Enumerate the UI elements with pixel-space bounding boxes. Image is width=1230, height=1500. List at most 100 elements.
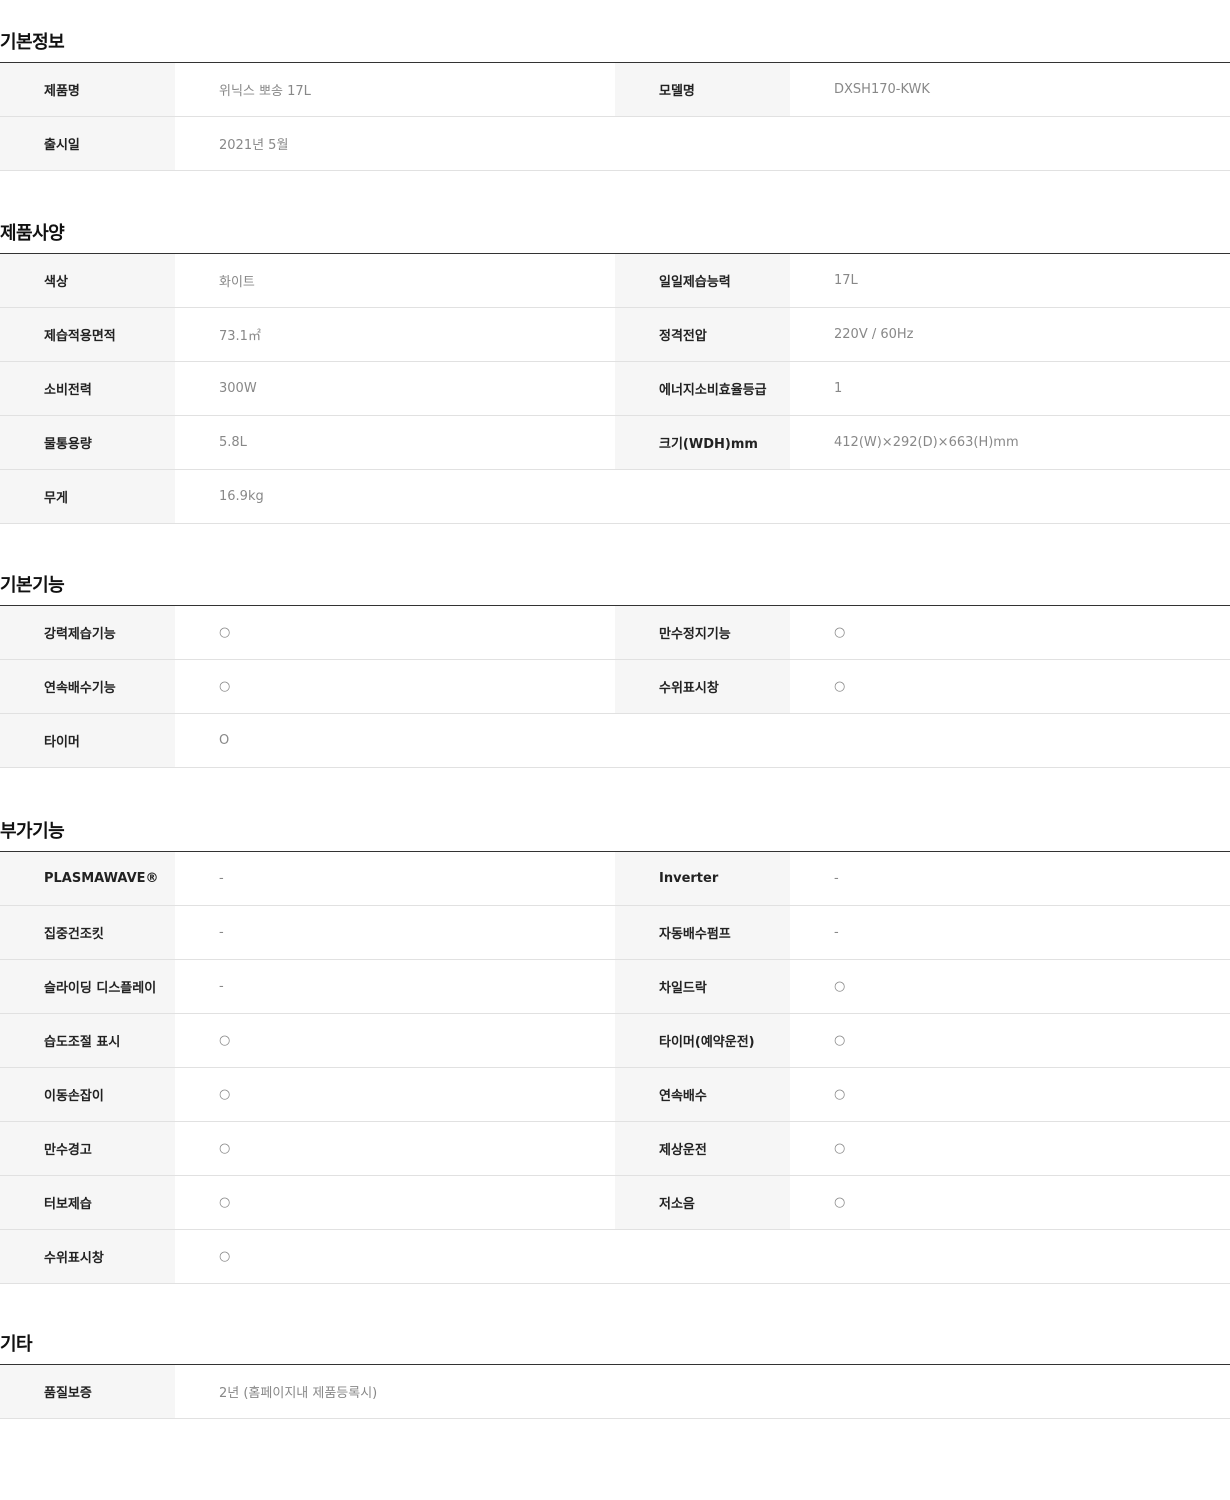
spec-value: ○ — [219, 1033, 231, 1048]
table-row: 품질보증 2년 (홈페이지내 제품등록시) — [0, 1365, 1230, 1419]
table-row: 터보제습 ○ 저소음 ○ — [0, 1176, 1230, 1230]
spec-table: PLASMAWAVE® - Inverter - 집중건조킷 - 자동배수펌프 - 슬라이딩 디… — [0, 852, 1230, 1284]
table-row: 습도조절 표시 ○ 타이머(예약운전) ○ — [0, 1014, 1230, 1068]
spec-table: 품질보증 2년 (홈페이지내 제품등록시) — [0, 1365, 1230, 1419]
spec-value: ○ — [219, 679, 231, 694]
spec-value: 5.8L — [219, 435, 247, 450]
spec-label: 만수정지기능 — [615, 606, 790, 659]
spec-value: ○ — [834, 979, 846, 994]
spec-value: ○ — [834, 1141, 846, 1156]
spec-label: 에너지소비효율등급 — [615, 362, 790, 415]
table-row: 이동손잡이 ○ 연속배수 ○ — [0, 1068, 1230, 1122]
spec-label: 색상 — [0, 254, 175, 307]
spec-section: 기본정보 제품명 위닉스 뽀송 17L 모델명 DXSH170-KWK 출시일 2021년 … — [0, 0, 1230, 171]
table-row: 색상 화이트 일일제습능력 17L — [0, 254, 1230, 308]
table-row: 제품명 위닉스 뽀송 17L 모델명 DXSH170-KWK — [0, 63, 1230, 117]
spec-label: 크기(WDH)mm — [615, 416, 790, 469]
spec-label: 연속배수기능 — [0, 660, 175, 713]
spec-section: 부가기능 PLASMAWAVE® - Inverter - 집중건조킷 - 자동배수펌프 - 슬라… — [0, 789, 1230, 1284]
table-row: 수위표시창 ○ — [0, 1230, 1230, 1284]
spec-value: 2021년 5월 — [219, 138, 289, 153]
spec-value: ○ — [219, 625, 231, 640]
table-row: 슬라이딩 디스플레이 - 차일드락 ○ — [0, 960, 1230, 1014]
table-row: 타이머 O — [0, 714, 1230, 768]
spec-value: 412(W)×292(D)×663(H)mm — [834, 435, 1019, 450]
spec-value: 73.1㎡ — [219, 329, 261, 344]
spec-value: 300W — [219, 381, 257, 396]
spec-value: ○ — [219, 1249, 231, 1264]
spec-label: 물통용량 — [0, 416, 175, 469]
spec-value: DXSH170-KWK — [834, 82, 930, 97]
spec-label: 이동손잡이 — [0, 1068, 175, 1121]
spec-label: 연속배수 — [615, 1068, 790, 1121]
table-row: 만수경고 ○ 제상운전 ○ — [0, 1122, 1230, 1176]
section-title: 기본기능 — [0, 543, 1230, 606]
spec-label: PLASMAWAVE® — [0, 852, 175, 905]
spec-label: 정격전압 — [615, 308, 790, 361]
spec-label: 수위표시창 — [0, 1230, 175, 1283]
spec-label: 슬라이딩 디스플레이 — [0, 960, 175, 1013]
section-title: 기타 — [0, 1302, 1230, 1365]
section-title: 제품사양 — [0, 191, 1230, 254]
spec-label: 제품명 — [0, 63, 175, 116]
spec-label: 일일제습능력 — [615, 254, 790, 307]
spec-value: 16.9kg — [219, 489, 264, 504]
spec-label: 자동배수펌프 — [615, 906, 790, 959]
spec-label: 만수경고 — [0, 1122, 175, 1175]
spec-section: 기본기능 강력제습기능 ○ 만수정지기능 ○ 연속배수기능 ○ 수위표시창 ○ 타이머 O — [0, 543, 1230, 768]
table-row: 제습적용면적 73.1㎡ 정격전압 220V / 60Hz — [0, 308, 1230, 362]
spec-label: Inverter — [615, 852, 790, 905]
table-row: 연속배수기능 ○ 수위표시창 ○ — [0, 660, 1230, 714]
spec-label: 무게 — [0, 470, 175, 523]
spec-value: 화이트 — [219, 275, 255, 290]
spec-value: 1 — [834, 381, 843, 396]
spec-value: - — [834, 871, 839, 886]
spec-value: ○ — [834, 679, 846, 694]
spec-section: 제품사양 색상 화이트 일일제습능력 17L 제습적용면적 73.1㎡ 정격전압 220V / … — [0, 191, 1230, 524]
spec-value: 2년 (홈페이지내 제품등록시) — [219, 1386, 378, 1401]
spec-label: 집중건조킷 — [0, 906, 175, 959]
table-row: 강력제습기능 ○ 만수정지기능 ○ — [0, 606, 1230, 660]
table-row: PLASMAWAVE® - Inverter - — [0, 852, 1230, 906]
spec-value: ○ — [219, 1195, 231, 1210]
spec-value: 위닉스 뽀송 17L — [219, 84, 311, 99]
spec-value: ○ — [834, 625, 846, 640]
spec-value: - — [219, 925, 224, 940]
spec-value: - — [834, 925, 839, 940]
spec-label: 저소음 — [615, 1176, 790, 1229]
spec-value: - — [219, 871, 224, 886]
spec-value: ○ — [219, 1087, 231, 1102]
spec-value: ○ — [834, 1195, 846, 1210]
spec-value: 17L — [834, 273, 858, 288]
spec-label: 타이머(예약운전) — [615, 1014, 790, 1067]
table-row: 물통용량 5.8L 크기(WDH)mm 412(W)×292(D)×663(H)mm — [0, 416, 1230, 470]
spec-section: 기타 품질보증 2년 (홈페이지내 제품등록시) — [0, 1302, 1230, 1419]
table-row: 집중건조킷 - 자동배수펌프 - — [0, 906, 1230, 960]
spec-label: 제습적용면적 — [0, 308, 175, 361]
spec-table: 제품명 위닉스 뽀송 17L 모델명 DXSH170-KWK 출시일 2021년 5월 — [0, 63, 1230, 171]
spec-value: ○ — [834, 1087, 846, 1102]
table-row: 소비전력 300W 에너지소비효율등급 1 — [0, 362, 1230, 416]
spec-label: 강력제습기능 — [0, 606, 175, 659]
spec-label: 품질보증 — [0, 1365, 175, 1418]
table-row: 무게 16.9kg — [0, 470, 1230, 524]
section-title: 기본정보 — [0, 0, 1230, 63]
spec-label: 제상운전 — [615, 1122, 790, 1175]
spec-value: ○ — [219, 1141, 231, 1156]
section-title: 부가기능 — [0, 789, 1230, 852]
spec-value: - — [219, 979, 224, 994]
spec-value: ○ — [834, 1033, 846, 1048]
spec-value: 220V / 60Hz — [834, 327, 914, 342]
spec-label: 출시일 — [0, 117, 175, 170]
spec-label: 차일드락 — [615, 960, 790, 1013]
spec-label: 수위표시창 — [615, 660, 790, 713]
spec-label: 소비전력 — [0, 362, 175, 415]
spec-label: 타이머 — [0, 714, 175, 767]
spec-table: 강력제습기능 ○ 만수정지기능 ○ 연속배수기능 ○ 수위표시창 ○ 타이머 O — [0, 606, 1230, 768]
spec-label: 습도조절 표시 — [0, 1014, 175, 1067]
spec-label: 모델명 — [615, 63, 790, 116]
table-row: 출시일 2021년 5월 — [0, 117, 1230, 171]
spec-label: 터보제습 — [0, 1176, 175, 1229]
spec-table: 색상 화이트 일일제습능력 17L 제습적용면적 73.1㎡ 정격전압 220V / 60Hz… — [0, 254, 1230, 524]
spec-value: O — [219, 733, 230, 748]
